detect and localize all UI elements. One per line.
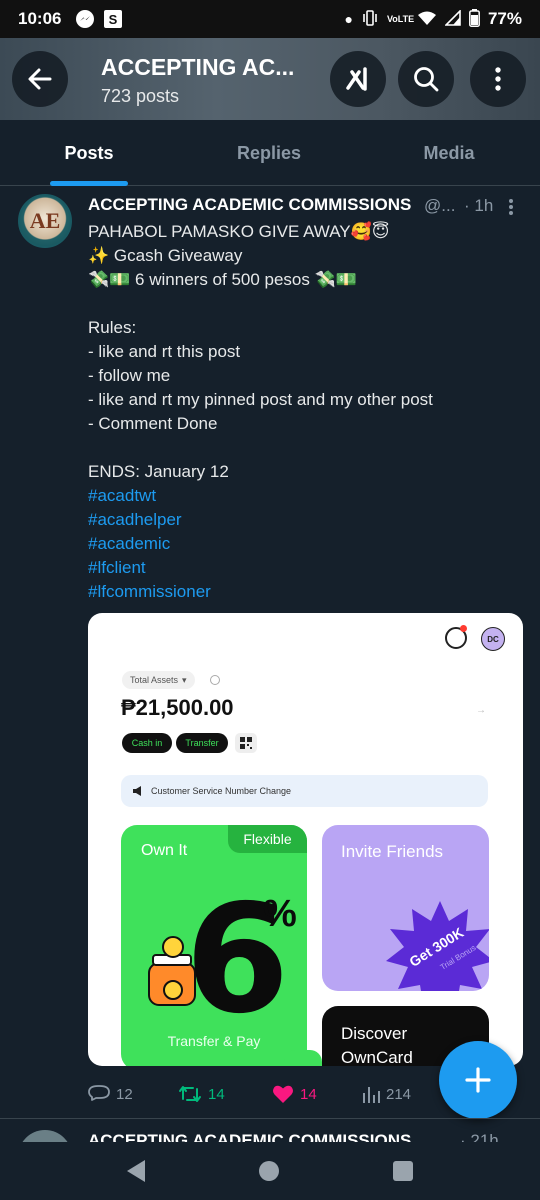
post-line: PAHABOL PAMASKO GIVE AWAY🥰😇: [88, 222, 390, 241]
arrow-left-icon: [28, 68, 52, 90]
cash-in-pill: Cash in: [122, 733, 172, 753]
total-assets-label: Total Assets ▾: [122, 671, 195, 689]
post-image[interactable]: DC Total Assets ▾ ₱21,500.00 → Cash in T…: [88, 613, 523, 1066]
hashtag-link[interactable]: #academic: [88, 532, 528, 556]
reply-button[interactable]: 12: [88, 1080, 133, 1108]
status-bar: 10:06 S ● VoLTE 77%: [0, 0, 540, 38]
caret-down-icon: ▾: [182, 674, 187, 685]
balance-amount: ₱21,500.00: [121, 695, 234, 720]
more-vertical-icon: [495, 67, 501, 91]
repost-icon: [179, 1086, 201, 1102]
dot-icon: ●: [344, 11, 353, 27]
back-button[interactable]: [12, 51, 68, 107]
search-button[interactable]: [398, 51, 454, 107]
view-count: 214: [386, 1085, 412, 1103]
more-vertical-icon: [509, 199, 513, 215]
views-button[interactable]: 214: [362, 1080, 411, 1108]
avatar-logo: AE: [29, 208, 61, 233]
nav-recents-icon[interactable]: [393, 1161, 413, 1181]
notification-dot: [460, 625, 467, 632]
status-right: ● VoLTE 77%: [344, 8, 522, 30]
tab-replies[interactable]: Replies: [210, 120, 328, 186]
arrow-right-icon: →: [476, 705, 486, 716]
post-line: [88, 436, 528, 460]
notice-banner: Customer Service Number Change: [121, 775, 488, 807]
post-author-handle[interactable]: @...: [424, 196, 455, 216]
post-count: 723 posts: [101, 86, 180, 106]
views-icon: [363, 1087, 380, 1103]
post-author-name[interactable]: ACCEPTING ACADEMIC COMMISSIONS: [88, 195, 411, 215]
post-text: PAHABOL PAMASKO GIVE AWAY🥰😇 ✨ Gcash Give…: [88, 220, 528, 604]
hashtag-link[interactable]: #lfclient: [88, 556, 528, 580]
total-assets-text: Total Assets: [130, 675, 179, 685]
discover-owncard-title: Discover OwnCard: [341, 1024, 413, 1066]
s-icon: S: [103, 9, 123, 29]
post-line: - like and rt my pinned post and my othe…: [88, 390, 433, 409]
post-line: - like and rt this post: [88, 342, 241, 361]
eye-icon: [210, 675, 220, 685]
hashtag-link[interactable]: #acadhelper: [88, 508, 528, 532]
signal-icon: [444, 8, 461, 29]
transfer-pill: Transfer: [176, 733, 228, 753]
nav-home-icon[interactable]: [259, 1161, 279, 1181]
search-icon: [414, 67, 439, 92]
like-count: 14: [300, 1085, 317, 1103]
notice-text: Customer Service Number Change: [151, 786, 292, 796]
post-line: 💸💵 6 winners of 500 pesos 💸💵: [88, 270, 357, 289]
repost-button[interactable]: 14: [178, 1080, 225, 1108]
wifi-icon: [417, 10, 437, 29]
post-line: - Comment Done: [88, 414, 218, 433]
post-line: ENDS: January 12: [88, 462, 229, 481]
repost-count: 14: [208, 1085, 225, 1103]
post-divider: [0, 1118, 540, 1119]
more-options-button[interactable]: [470, 51, 526, 107]
post-more-button[interactable]: [500, 196, 522, 218]
post-line: - follow me: [88, 366, 171, 385]
volte-icon: VoLTE: [386, 13, 415, 24]
comment-icon: [88, 1085, 110, 1101]
own-it-card: Flexible Own It 6 % Transfer & Pay: [121, 825, 307, 1066]
tab-media[interactable]: Media: [390, 120, 508, 186]
avatar[interactable]: AE: [18, 194, 72, 248]
profile-header: ACCEPTING AC... 723 posts: [0, 38, 540, 120]
green-floating-button: [284, 1050, 322, 1066]
post-line: Rules:: [88, 318, 137, 337]
status-time: 10:06: [18, 9, 62, 28]
app-avatar: DC: [481, 627, 505, 651]
post-line: ✨ Gcash Giveaway: [88, 246, 243, 265]
qr-icon: [235, 733, 257, 753]
flexible-tag: Flexible: [228, 825, 307, 853]
invite-friends-card: Invite Friends Get 300K Trial Bonus: [322, 825, 489, 991]
transfer-pay-label: Transfer & Pay: [167, 1033, 261, 1049]
rate-percent: %: [263, 893, 297, 935]
grok-button[interactable]: [330, 51, 386, 107]
own-it-title: Own It: [141, 842, 188, 859]
profile-title: ACCEPTING AC...: [101, 54, 295, 80]
battery-percent: 77%: [487, 9, 522, 28]
nav-back-icon[interactable]: [127, 1160, 145, 1182]
active-tab-indicator: [50, 181, 128, 186]
grok-icon: [346, 67, 367, 91]
vibrate-icon: [361, 9, 379, 29]
plus-icon: [465, 1067, 491, 1093]
hashtag-link[interactable]: #lfcommissioner: [88, 580, 528, 604]
hashtag-link[interactable]: #acadtwt: [88, 484, 528, 508]
compose-button[interactable]: [439, 1041, 517, 1119]
reply-count: 12: [116, 1085, 133, 1103]
system-nav-bar: [0, 1142, 540, 1200]
post-line: [88, 292, 528, 316]
battery-icon: [469, 8, 480, 30]
post-timestamp: · 1h: [464, 196, 494, 215]
tab-posts[interactable]: Posts: [30, 120, 148, 186]
speaker-icon: [133, 786, 141, 796]
invite-friends-title: Invite Friends: [341, 842, 444, 861]
profile-tabs: Posts Replies Media: [0, 120, 540, 186]
heart-icon: [273, 1085, 293, 1103]
messenger-icon: [75, 9, 95, 29]
like-button[interactable]: 14: [272, 1080, 317, 1108]
svg-text:S: S: [109, 12, 118, 27]
